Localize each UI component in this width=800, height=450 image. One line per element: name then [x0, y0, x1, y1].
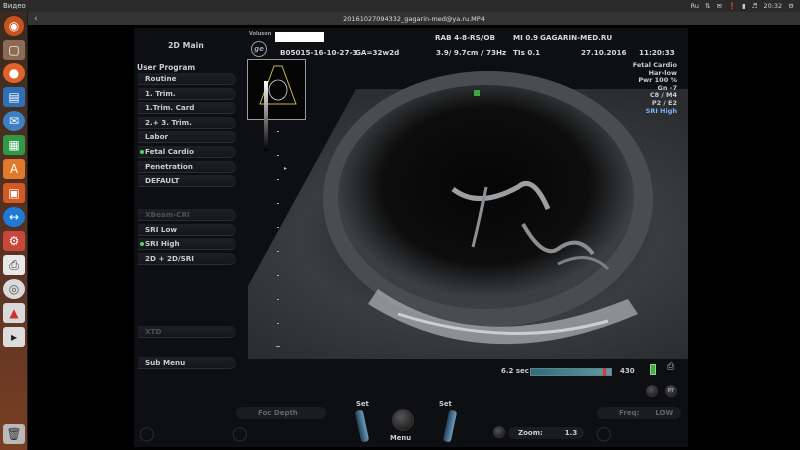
program-item[interactable]: Labor [138, 131, 236, 144]
menu-title: 2D Main [168, 41, 204, 50]
active-app-name: Видео [3, 2, 26, 10]
video-window-title-bar: ‹ 20161027094332_gagarin-med@ya.ru.MP4 [28, 12, 800, 25]
thunderbird-icon[interactable]: ✉ [3, 111, 25, 131]
p7-button[interactable]: P7 [665, 385, 677, 397]
volume-icon[interactable]: ♬ [752, 2, 758, 10]
teamviewer-icon[interactable]: ↔ [3, 207, 25, 227]
foc-depth-label: Foc Depth [258, 409, 298, 417]
firefox-icon[interactable]: ● [3, 63, 25, 83]
sri-setting: SRI High [645, 106, 677, 115]
ultrasound-screen: Voluson ge RAB 4-8-RS/OB MI 0.9 GAGARIN-… [134, 28, 688, 447]
back-arrow-icon[interactable]: ‹ [34, 14, 38, 24]
zoom-control[interactable]: Zoom: 1.3 [508, 427, 584, 439]
gear-icon[interactable]: ⚙ [788, 2, 794, 10]
keyboard-layout-icon[interactable]: Ru [691, 2, 699, 10]
probe-orientation-thumbnail [247, 59, 306, 120]
tis-label: TIs 0.1 [513, 48, 541, 57]
grayscale-bar [264, 81, 268, 151]
program-item[interactable]: Routine [138, 73, 236, 85]
zoom-label: Zoom: [518, 429, 543, 437]
program-item[interactable]: Fetal Cardio [138, 146, 236, 158]
system-top-bar: Видео Ru ⇅ ✉ ❗ ▮ ♬ 20:32 ⚙ [0, 0, 800, 12]
settings-icon[interactable]: ⚙ [3, 231, 25, 251]
mi-label: MI 0.9 [513, 33, 539, 42]
mail-icon[interactable]: ✉ [716, 2, 721, 10]
freq-label: Freq: [619, 409, 640, 417]
video-player[interactable]: Voluson ge RAB 4-8-RS/OB MI 0.9 GAGARIN-… [28, 25, 800, 450]
set-right-paddle[interactable] [442, 409, 458, 443]
voluson-label: Voluson [249, 31, 272, 37]
foc-depth-control[interactable]: Foc Depth [236, 407, 326, 419]
menu-knob[interactable] [392, 409, 414, 431]
set-right-label: Set [439, 400, 452, 408]
trackball-left-icon: ◯ [139, 426, 155, 442]
writer-icon[interactable]: ▤ [3, 87, 25, 107]
depth-frequency: 3.9/ 9.7cm / 73Hz [436, 48, 507, 57]
site-label: GAGARIN-MED.RU [540, 33, 613, 42]
mode-item[interactable]: SRI High [138, 238, 236, 251]
program-item[interactable]: 2.+ 3. Trim. [138, 116, 236, 129]
network-icon[interactable]: ⇅ [705, 2, 710, 10]
exam-date: 27.10.2016 [581, 48, 627, 57]
freq-value: LOW [655, 409, 674, 417]
set-left-paddle[interactable] [354, 409, 370, 443]
user-program-label: User Program [137, 63, 196, 72]
foc-depth-knob-icon: ◯ [232, 426, 248, 442]
cine-position-marker[interactable] [602, 368, 606, 376]
probe-label: RAB 4-8-RS/OB [435, 33, 495, 42]
cine-time: 6.2 sec [501, 367, 529, 375]
program-item[interactable]: Penetration [138, 160, 236, 173]
battery-level-icon [650, 364, 656, 375]
freq-knob-icon: ◯ [596, 426, 612, 442]
clock[interactable]: 20:32 [763, 2, 782, 10]
trash-icon[interactable]: 🗑 [3, 424, 25, 444]
cine-loop-bar[interactable] [530, 368, 612, 376]
calc-icon[interactable]: ▦ [3, 135, 25, 155]
battery-icon[interactable]: ▮ [742, 2, 746, 10]
printer-icon[interactable]: ⎙ [3, 255, 25, 275]
window-title: 20161027094332_gagarin-med@ya.ru.MP4 [343, 14, 485, 23]
software-center-icon[interactable]: A [3, 159, 25, 179]
program-item[interactable]: 1. Trim. [138, 87, 236, 100]
record-button[interactable] [646, 385, 658, 397]
ultrasound-image [248, 59, 688, 359]
drawing-icon[interactable]: ▲ [3, 303, 25, 323]
files-icon[interactable]: ▢ [3, 40, 25, 60]
patient-id: B05015-16-10-27-3 [280, 48, 358, 57]
mode-item[interactable]: SRI Low [138, 223, 236, 236]
menu-label: Menu [390, 434, 412, 442]
frame-count: 430 [620, 367, 635, 375]
impress-icon[interactable]: ▣ [3, 183, 25, 203]
video-icon[interactable]: ▸ [3, 327, 25, 347]
freq-control[interactable]: Freq: LOW [597, 407, 681, 419]
mode-item[interactable]: 2D + 2D/SRI [138, 252, 236, 265]
exam-time: 11:20:33 [639, 48, 675, 57]
zoom-knob[interactable] [493, 426, 505, 438]
mode-item[interactable]: XBeam-CRI [138, 209, 236, 221]
ultrasound-sector-image [248, 71, 688, 359]
program-item[interactable]: 1.Trim. Card [138, 102, 236, 115]
system-tray: Ru ⇅ ✉ ❗ ▮ ♬ 20:32 ⚙ [691, 0, 794, 12]
ge-logo-icon: ge [251, 41, 267, 57]
bluetooth-icon[interactable]: ❗ [728, 2, 736, 10]
set-left-label: Set [356, 400, 369, 408]
patient-name-field [275, 32, 324, 42]
zoom-value: 1.3 [564, 429, 578, 437]
printer-status-icon: ⎙ [667, 362, 675, 372]
focus-marker-icon: ▸ [284, 165, 288, 172]
gestational-age: GA=32w2d [355, 48, 400, 57]
xtd-button[interactable]: XTD [138, 326, 236, 338]
sub-menu-button[interactable]: Sub Menu [138, 357, 236, 369]
program-item[interactable]: DEFAULT [138, 175, 236, 188]
launcher-bar: ◉ ▢ ● ▤ ✉ ▦ A ▣ ↔ ⚙ ⎙ ◎ ▲ ▸ 🗑 [0, 12, 28, 450]
imaging-parameters: Fetal Cardio Har-low Pwr 100 % Gn -7 C8 / M4… [633, 61, 677, 115]
disc-icon[interactable]: ◎ [3, 279, 25, 299]
ubuntu-dash-icon[interactable]: ◉ [4, 16, 24, 36]
